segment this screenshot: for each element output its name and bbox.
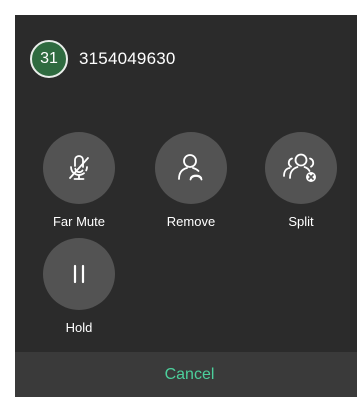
cancel-button[interactable]: Cancel xyxy=(165,366,215,384)
dialog-footer: Cancel xyxy=(15,352,357,397)
remove-person-icon xyxy=(178,154,203,181)
split-group-icon xyxy=(283,153,316,182)
pause-icon xyxy=(73,264,85,284)
remove-circle[interactable] xyxy=(155,132,227,204)
split-circle[interactable] xyxy=(265,132,337,204)
avatar-text: 31 xyxy=(40,50,58,67)
split-button[interactable]: Split xyxy=(251,132,351,229)
contact-row: 31 3154049630 xyxy=(30,39,176,79)
call-options-dialog: 31 3154049630 Far Mute Remove Split Hold… xyxy=(15,15,357,397)
hold-button[interactable]: Hold xyxy=(29,238,129,335)
hold-circle[interactable] xyxy=(43,238,115,310)
mic-muted-icon xyxy=(69,155,89,180)
far-mute-circle[interactable] xyxy=(43,132,115,204)
contact-number: 3154049630 xyxy=(79,49,176,68)
far-mute-button[interactable]: Far Mute xyxy=(29,132,129,229)
split-label: Split xyxy=(288,214,314,229)
remove-button[interactable]: Remove xyxy=(141,132,241,229)
remove-label: Remove xyxy=(166,214,216,229)
far-mute-label: Far Mute xyxy=(52,214,105,229)
avatar: 31 xyxy=(30,40,68,78)
hold-label: Hold xyxy=(65,320,93,335)
